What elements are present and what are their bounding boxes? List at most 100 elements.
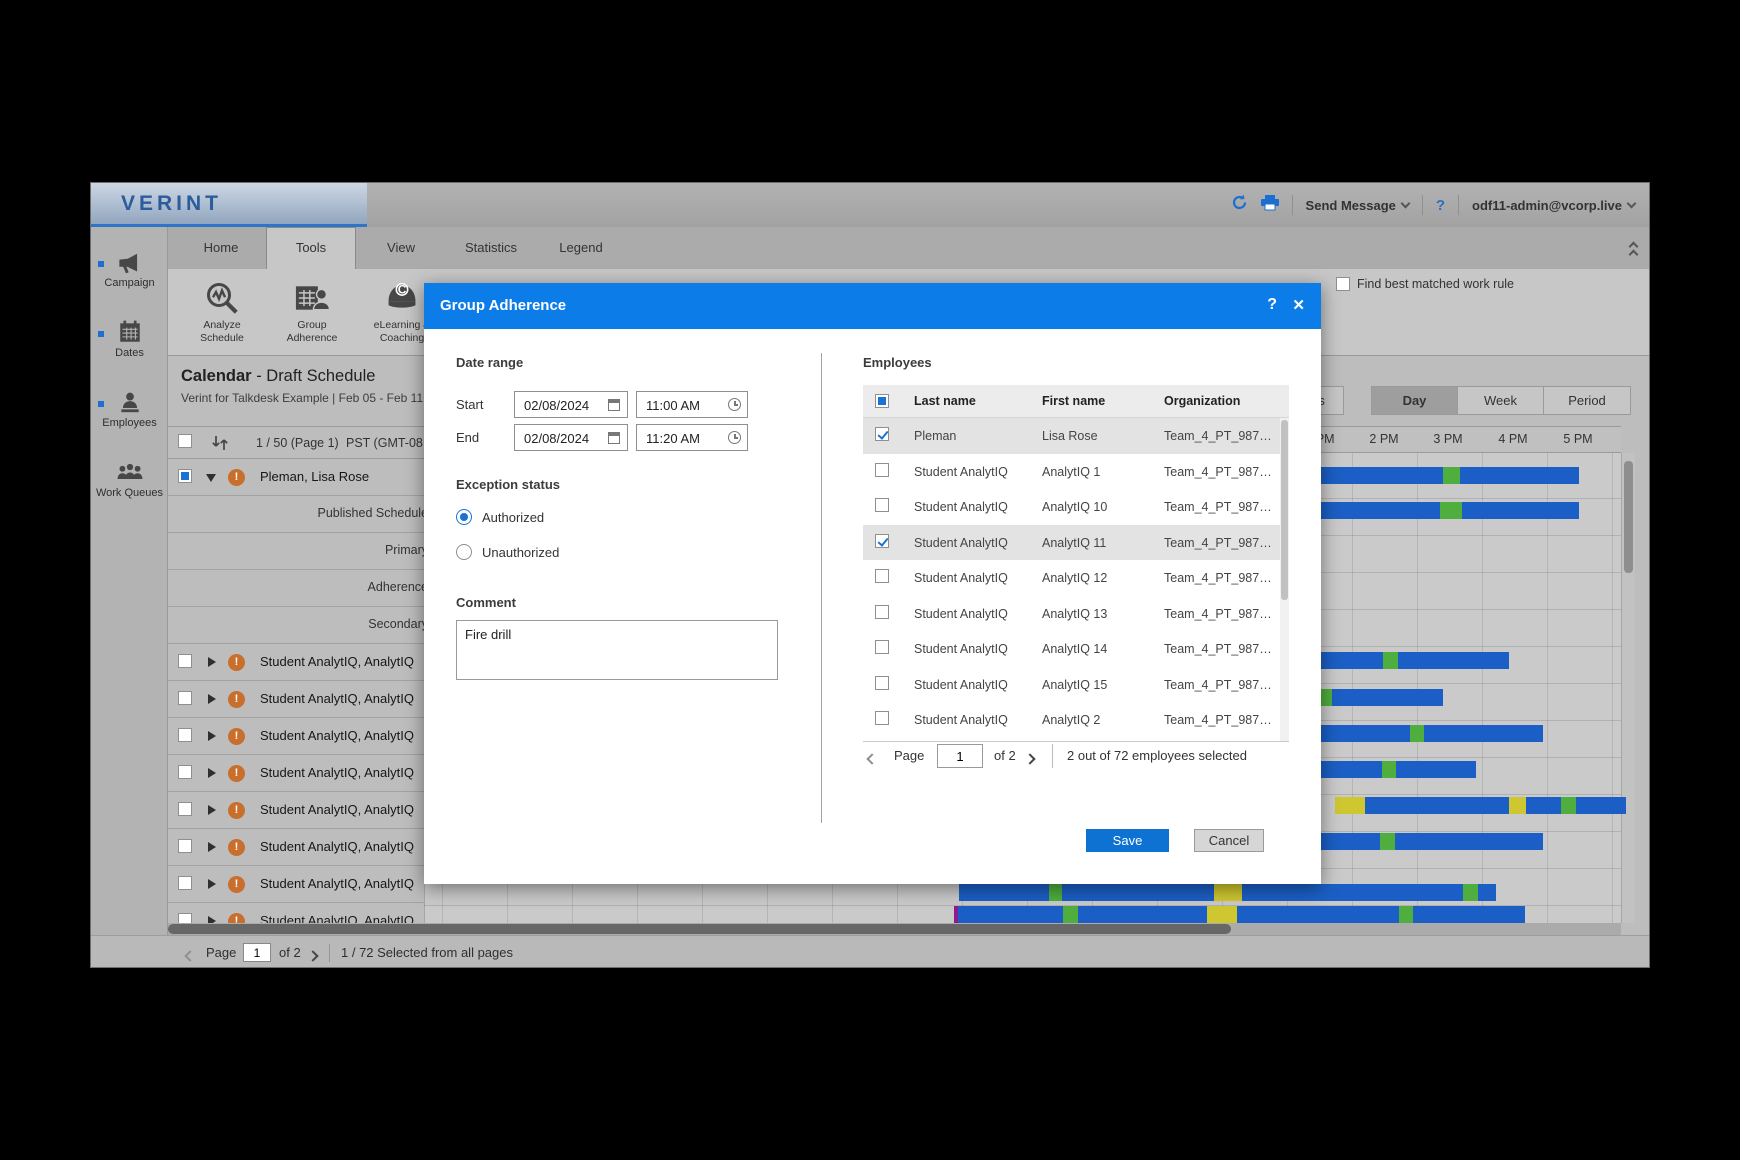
verint-logo: VERINT xyxy=(91,183,367,227)
print-icon[interactable] xyxy=(1261,195,1279,216)
employee-table-row[interactable]: Student AnalytIQAnalytIQ 15Team_4_PT_987… xyxy=(863,667,1289,703)
employee-checkbox[interactable] xyxy=(875,640,889,654)
employee-checkbox[interactable] xyxy=(875,676,889,690)
employee-table-row[interactable]: Student AnalytIQAnalytIQ 2Team_4_PT_987… xyxy=(863,702,1289,738)
employee-table-row[interactable]: Student AnalytIQAnalytIQ 14Team_4_PT_987… xyxy=(863,631,1289,667)
page-input[interactable] xyxy=(243,943,271,962)
employee-table-row[interactable]: Student AnalytIQAnalytIQ 10Team_4_PT_987… xyxy=(863,489,1289,525)
employee-row[interactable]: !Student AnalytIQ, AnalytIQ xyxy=(168,829,431,866)
radio-authorized[interactable] xyxy=(456,509,472,525)
find-best-matched-work-rule[interactable]: Find best matched work rule xyxy=(1336,277,1514,291)
employee-checkbox[interactable] xyxy=(875,569,889,583)
expand-row-icon[interactable] xyxy=(208,731,216,741)
horizontal-scrollbar[interactable] xyxy=(168,923,1621,935)
employee-table-row[interactable]: PlemanLisa RoseTeam_4_PT_987… xyxy=(863,418,1289,454)
expand-row-icon[interactable] xyxy=(208,805,216,815)
employee-row[interactable]: !Student AnalytIQ, AnalytIQ xyxy=(168,718,431,755)
clock-icon[interactable] xyxy=(728,431,741,444)
collapse-row-icon[interactable] xyxy=(206,474,216,482)
employee-row[interactable]: !Student AnalytIQ, AnalytIQ xyxy=(168,644,431,681)
row-checkbox[interactable] xyxy=(178,876,192,890)
dialog-next-page-icon[interactable] xyxy=(1026,751,1034,766)
account-menu[interactable]: odf11-admin@vcorp.live xyxy=(1472,198,1635,213)
dialog-help-icon[interactable]: ? xyxy=(1267,296,1277,314)
dialog-page-input[interactable] xyxy=(937,744,983,768)
employee-row[interactable]: !Student AnalytIQ, AnalytIQ xyxy=(168,792,431,829)
horizontal-scrollbar-thumb[interactable] xyxy=(168,924,1231,934)
employee-table-row[interactable]: Student AnalytIQAnalytIQ 11Team_4_PT_987… xyxy=(863,525,1289,561)
prev-page-icon[interactable] xyxy=(186,948,194,963)
vertical-scrollbar[interactable] xyxy=(1621,453,1635,923)
tab-view[interactable]: View xyxy=(356,227,446,269)
send-message-button[interactable]: Send Message xyxy=(1306,198,1409,213)
collapse-ribbon-icon[interactable] xyxy=(1630,243,1637,258)
help-button[interactable]: ? xyxy=(1436,197,1445,214)
clock-icon[interactable] xyxy=(728,398,741,411)
next-page-icon[interactable] xyxy=(309,948,317,963)
view-button-period[interactable]: Period xyxy=(1543,386,1631,415)
employee-checkbox[interactable] xyxy=(875,427,889,441)
expand-row-icon[interactable] xyxy=(208,694,216,704)
expand-row-icon[interactable] xyxy=(208,842,216,852)
expand-row-icon[interactable] xyxy=(208,657,216,667)
employee-table-row[interactable]: Student AnalytIQAnalytIQ 13Team_4_PT_987… xyxy=(863,596,1289,632)
expand-row-icon[interactable] xyxy=(208,768,216,778)
comment-textarea[interactable]: Fire drill xyxy=(456,620,778,680)
find-rule-checkbox[interactable] xyxy=(1336,277,1350,291)
sidebar-item-campaign[interactable]: Campaign xyxy=(91,245,168,315)
column-last-name[interactable]: Last name xyxy=(914,394,976,408)
tab-statistics[interactable]: Statistics xyxy=(446,227,536,269)
end-date-input[interactable]: 02/08/2024 xyxy=(514,424,628,451)
tab-legend[interactable]: Legend xyxy=(536,227,626,269)
tab-home[interactable]: Home xyxy=(176,227,266,269)
refresh-icon[interactable] xyxy=(1231,194,1248,216)
employee-row[interactable]: !Student AnalytIQ, AnalytIQ xyxy=(168,866,431,903)
sidebar-item-work-queues[interactable]: Work Queues xyxy=(91,455,168,525)
dialog-prev-page-icon[interactable] xyxy=(868,751,876,766)
view-button-week[interactable]: Week xyxy=(1457,386,1544,415)
start-date-input[interactable]: 02/08/2024 xyxy=(514,391,628,418)
row-checkbox[interactable] xyxy=(178,802,192,816)
view-button-day[interactable]: Day xyxy=(1371,386,1458,415)
column-first-name[interactable]: First name xyxy=(1042,394,1105,408)
column-organization[interactable]: Organization xyxy=(1164,394,1240,408)
cancel-button[interactable]: Cancel xyxy=(1194,829,1264,852)
radio-label-unauthorized: Unauthorized xyxy=(482,545,559,560)
employee-row[interactable]: !Student AnalytIQ, AnalytIQ xyxy=(168,681,431,718)
radio-unauthorized[interactable] xyxy=(456,544,472,560)
table-scrollbar[interactable] xyxy=(1280,418,1289,741)
vertical-scrollbar-thumb[interactable] xyxy=(1624,461,1633,573)
start-time-input[interactable]: 11:00 AM xyxy=(636,391,748,418)
row-checkbox[interactable] xyxy=(178,691,192,705)
sort-icon[interactable] xyxy=(210,434,230,457)
sidebar-item-employees[interactable]: Employees xyxy=(91,385,168,455)
employee-checkbox[interactable] xyxy=(875,498,889,512)
ribbon-tool-analyze-schedule[interactable]: Analyze Schedule xyxy=(182,273,262,344)
close-icon[interactable]: ✕ xyxy=(1292,296,1305,314)
employee-checkbox[interactable] xyxy=(875,463,889,477)
calendar-picker-icon[interactable] xyxy=(608,432,620,444)
row-checkbox[interactable] xyxy=(178,839,192,853)
sidebar-item-dates[interactable]: Dates xyxy=(91,315,168,385)
employee-checkbox[interactable] xyxy=(875,605,889,619)
save-button[interactable]: Save xyxy=(1086,829,1169,852)
calendar-picker-icon[interactable] xyxy=(608,399,620,411)
end-time-input[interactable]: 11:20 AM xyxy=(636,424,748,451)
row-checkbox[interactable] xyxy=(178,469,192,483)
row-checkbox[interactable] xyxy=(178,654,192,668)
employee-row-lead[interactable]: ! Pleman, Lisa Rose xyxy=(168,459,431,496)
employee-checkbox[interactable] xyxy=(875,711,889,725)
row-checkbox[interactable] xyxy=(178,728,192,742)
tab-tools[interactable]: Tools xyxy=(266,227,356,269)
select-all-checkbox[interactable] xyxy=(178,434,192,448)
employee-checkbox[interactable] xyxy=(875,534,889,548)
employee-row[interactable]: !Student AnalytIQ, AnalytIQ xyxy=(168,755,431,792)
schedule-subrow-adherence: Adherence xyxy=(168,570,428,607)
employee-table-row[interactable]: Student AnalytIQAnalytIQ 1Team_4_PT_987… xyxy=(863,454,1289,490)
expand-row-icon[interactable] xyxy=(208,879,216,889)
ribbon-tool-group-adherence[interactable]: Group Adherence xyxy=(272,273,352,344)
row-checkbox[interactable] xyxy=(178,765,192,779)
employee-table-row[interactable]: Student AnalytIQAnalytIQ 12Team_4_PT_987… xyxy=(863,560,1289,596)
table-scrollbar-thumb[interactable] xyxy=(1281,420,1288,600)
select-all-employees-checkbox[interactable] xyxy=(875,394,889,408)
